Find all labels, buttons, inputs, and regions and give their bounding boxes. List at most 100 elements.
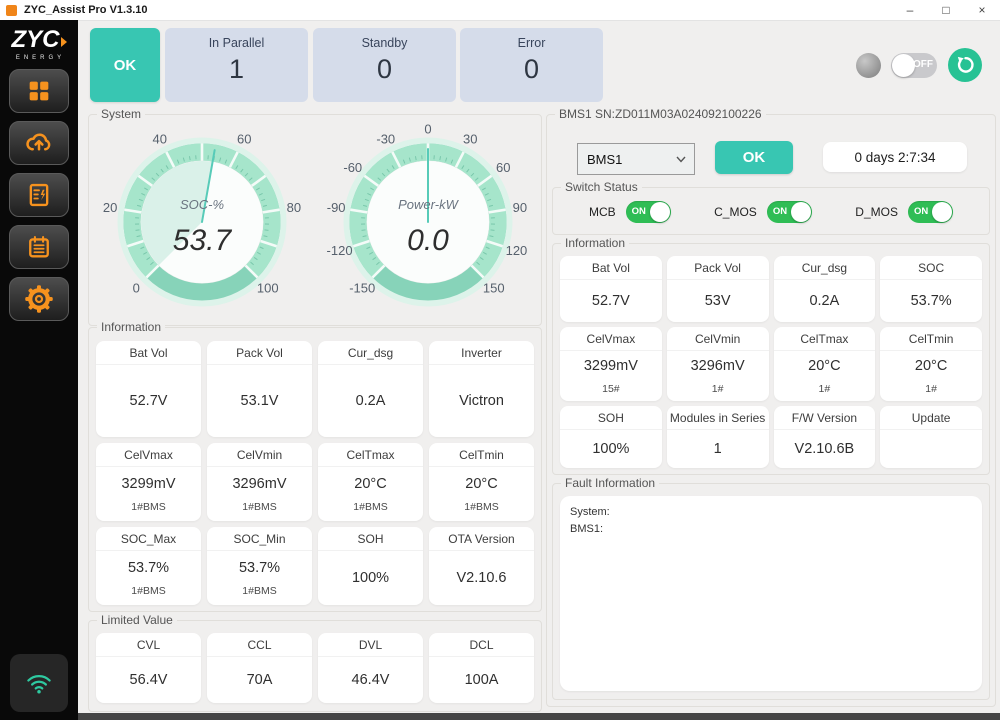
c_mos-toggle[interactable]: ON xyxy=(767,201,812,223)
cell-value: 20°C xyxy=(354,476,386,492)
info-cell: Bat Vol52.7V xyxy=(96,341,201,437)
cell-value: 56.4V xyxy=(130,672,168,688)
info-cell: SOC53.7% xyxy=(880,256,982,322)
sidebar-item-power-report[interactable] xyxy=(9,173,69,217)
maximize-button[interactable]: □ xyxy=(928,0,964,20)
info-cell: Pack Vol53.1V xyxy=(207,341,312,437)
status-led xyxy=(856,53,881,78)
bms-selector[interactable]: BMS1 xyxy=(577,143,695,175)
toggle-knob xyxy=(932,202,952,222)
info-cell: CelVmax3299mV15# xyxy=(560,327,662,401)
refresh-button[interactable] xyxy=(948,48,982,82)
cell-value: 52.7V xyxy=(130,393,168,409)
sidebar-item-settings[interactable] xyxy=(9,277,69,321)
toggle-knob xyxy=(791,202,811,222)
card-value: 0 xyxy=(524,54,539,85)
group-title: Limited Value xyxy=(97,613,177,627)
sidebar-item-notes[interactable] xyxy=(9,225,69,269)
info-cell: InverterVictron xyxy=(429,341,534,437)
cell-sub-label: 1# xyxy=(819,383,831,395)
bms-ok-button[interactable]: OK xyxy=(715,141,793,174)
minimize-button[interactable]: – xyxy=(892,0,928,20)
switch-status-group: Switch Status MCBONC_MOSOND_MOSON xyxy=(552,187,990,235)
cell-header: SOC_Max xyxy=(96,527,201,551)
svg-text:0.0: 0.0 xyxy=(407,224,449,257)
standby-card[interactable]: Standby 0 xyxy=(313,28,456,102)
cell-value: 53.1V xyxy=(241,393,279,409)
info-cell: OTA VersionV2.10.6 xyxy=(429,527,534,605)
cell-header: OTA Version xyxy=(429,527,534,551)
cell-value: 52.7V xyxy=(592,293,630,309)
cell-value: 3296mV xyxy=(691,358,745,374)
cell-value: 3299mV xyxy=(121,476,175,492)
svg-text:40: 40 xyxy=(153,132,167,147)
master-toggle[interactable]: OFF xyxy=(891,53,937,78)
info-cell: Cur_dsg 0.2A xyxy=(774,256,876,322)
in-parallel-card[interactable]: In Parallel 1 xyxy=(165,28,308,102)
mcb-toggle[interactable]: ON xyxy=(626,201,671,223)
wifi-button[interactable] xyxy=(10,654,68,712)
cell-header: CelVmin xyxy=(207,443,312,467)
svg-text:-120: -120 xyxy=(327,243,353,258)
cell-value: 53.7% xyxy=(911,293,952,309)
svg-text:60: 60 xyxy=(496,160,510,175)
svg-text:100: 100 xyxy=(257,280,279,295)
cell-value: 0.2A xyxy=(809,293,839,309)
brand-logo: ZYC ENERGY xyxy=(12,28,67,61)
cell-sub-label: 1# xyxy=(925,383,937,395)
cell-header: SOH xyxy=(318,527,423,551)
fault-information-text[interactable]: System: BMS1: xyxy=(560,496,982,691)
svg-text:-30: -30 xyxy=(376,132,395,147)
svg-text:Power-kW: Power-kW xyxy=(398,197,459,212)
info-cell: SOH100% xyxy=(560,406,662,468)
cell-value: 20°C xyxy=(808,358,840,374)
cell-value: 46.4V xyxy=(352,672,390,688)
cell-header: CelTmin xyxy=(880,327,982,351)
cell-header: CelVmax xyxy=(96,443,201,467)
cell-header: Cur_dsg xyxy=(774,256,876,280)
system-group: System SOC-%53.7020406080100 Power-kW0.0… xyxy=(88,114,542,326)
info-cell: CelTmin20°C1#BMS xyxy=(429,443,534,521)
switch-item-c_mos: C_MOS ON xyxy=(714,201,812,223)
cell-header: CVL xyxy=(96,633,201,657)
sidebar-item-cloud-upload[interactable] xyxy=(9,121,69,165)
toggle-knob xyxy=(650,202,670,222)
info-cell: Modules in Series1 xyxy=(667,406,769,468)
notes-icon xyxy=(25,233,53,261)
svg-text:-150: -150 xyxy=(349,280,375,295)
cell-header: SOC_Min xyxy=(207,527,312,551)
toggle-state: ON xyxy=(773,206,787,217)
cell-sub-label: 1#BMS xyxy=(464,501,498,513)
sidebar-item-dashboard[interactable] xyxy=(9,69,69,113)
cell-header: CelVmin xyxy=(667,327,769,351)
app-icon xyxy=(6,5,17,16)
svg-text:150: 150 xyxy=(483,280,505,295)
dashboard-icon xyxy=(25,77,53,105)
info-cell: Update xyxy=(880,406,982,468)
logo-subtext: ENERGY xyxy=(15,55,67,61)
uptime-display: 0 days 2:7:34 xyxy=(823,142,967,172)
cell-sub-label: 1#BMS xyxy=(353,501,387,513)
switch-label: C_MOS xyxy=(714,205,757,219)
d_mos-toggle[interactable]: ON xyxy=(908,201,953,223)
cell-value: Victron xyxy=(459,393,504,409)
bms-selector-value: BMS1 xyxy=(587,152,676,167)
info-cell: CVL 56.4V xyxy=(96,633,201,703)
bms-panel: BMS1 SN:ZD011M03A024092100226 BMS1 OK 0 … xyxy=(546,114,996,707)
cell-value: V2.10.6B xyxy=(795,441,855,457)
info-cell: F/W VersionV2.10.6B xyxy=(774,406,876,468)
cell-header: CelTmax xyxy=(774,327,876,351)
info-cell: CelVmax 3299mV 1#BMS xyxy=(96,443,201,521)
system-status-ok-card[interactable]: OK xyxy=(90,28,160,102)
cell-sub-label: 1#BMS xyxy=(131,501,165,513)
cell-header: DVL xyxy=(318,633,423,657)
cell-sub-label: 1#BMS xyxy=(242,501,276,513)
close-button[interactable]: × xyxy=(964,0,1000,20)
logo-text: ZYC xyxy=(12,26,60,53)
svg-text:90: 90 xyxy=(513,200,527,215)
error-card[interactable]: Error 0 xyxy=(460,28,603,102)
card-value: 1 xyxy=(229,54,244,85)
switch-label: MCB xyxy=(589,205,616,219)
window-title: ZYC_Assist Pro V1.3.10 xyxy=(24,4,148,16)
wifi-icon xyxy=(24,670,54,696)
